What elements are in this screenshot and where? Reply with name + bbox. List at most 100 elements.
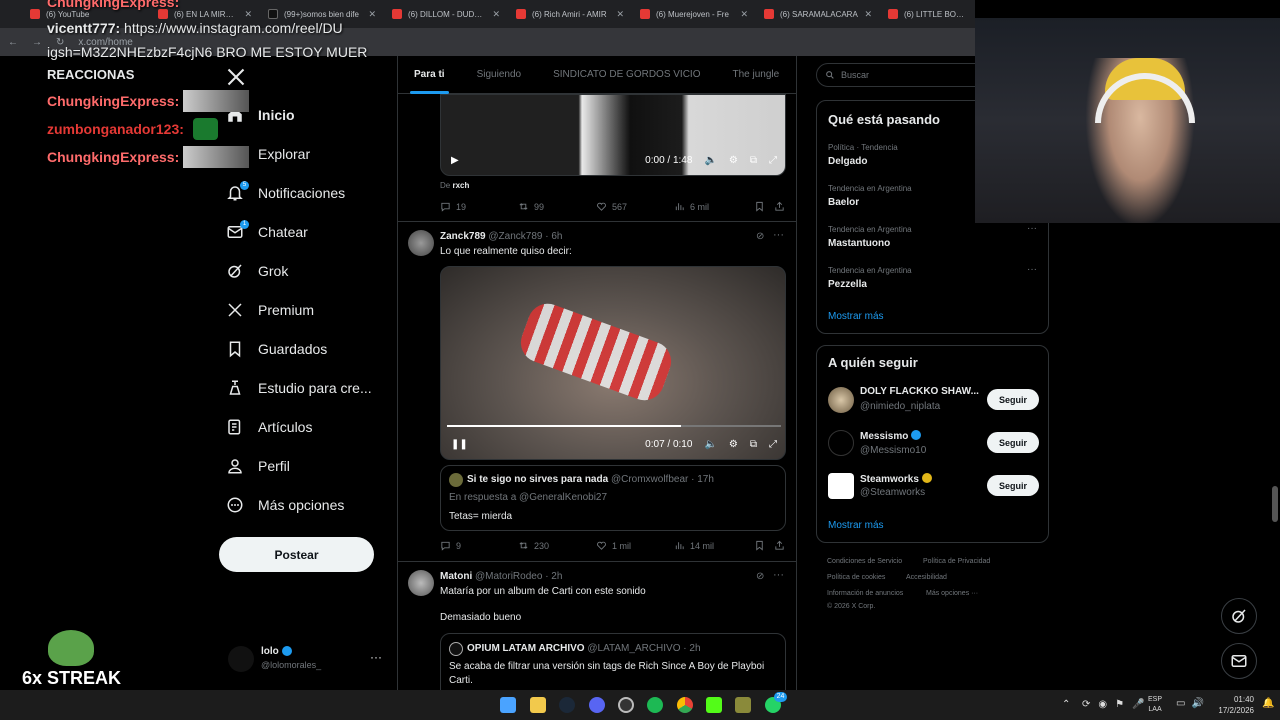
suggested-user-name[interactable]: Steamworks [860, 473, 932, 485]
pip-icon[interactable]: ⧉ [750, 439, 757, 450]
pip-icon[interactable]: ⧉ [750, 155, 757, 166]
repost-button[interactable]: 99 [518, 201, 596, 212]
nav-item-notifications[interactable]: 5 Notificaciones [226, 178, 345, 208]
video-player[interactable]: ❚❚ 0:07 / 0:10 🔈 ⚙ ⧉ ⤢ [440, 266, 786, 460]
footer-link[interactable]: Condiciones de Servicio [827, 558, 902, 565]
follow-button[interactable]: Seguir [987, 389, 1039, 410]
browser-tab[interactable]: (6) Muerejoven - Fre ✕ [632, 0, 756, 28]
footer-link[interactable]: Política de cookies [827, 574, 885, 581]
reply-button[interactable]: 19 [440, 201, 518, 212]
forward-icon[interactable]: → [32, 37, 42, 48]
avatar[interactable] [408, 570, 434, 596]
pause-icon[interactable]: ❚❚ [451, 439, 468, 450]
footer-link[interactable]: Política de Privacidad [923, 558, 990, 565]
author-name[interactable]: Zanck789 [440, 231, 486, 242]
footer-link[interactable]: Información de anuncios [827, 590, 903, 597]
avatar[interactable] [828, 473, 854, 499]
trend-item[interactable]: Delgado [828, 156, 867, 167]
nav-item-premium[interactable]: Premium [226, 295, 314, 325]
tab-following[interactable]: Siguiendo [461, 56, 537, 94]
close-icon[interactable]: ✕ [616, 9, 624, 20]
follow-button[interactable]: Seguir [987, 475, 1039, 496]
close-icon[interactable]: ✕ [740, 9, 748, 20]
suggested-user-name[interactable]: DOLY FLACKKO SHAW... [860, 386, 979, 397]
show-more-link[interactable]: Mostrar más [828, 520, 884, 531]
video-player[interactable]: ▶ 0:00 / 1:48 🔈 ⚙ ⧉ ⤢ [440, 94, 786, 176]
nav-item-studio[interactable]: Estudio para cre... [226, 373, 372, 403]
author-handle[interactable]: @MatoriRodeo [475, 571, 542, 582]
more-icon[interactable]: ··· [773, 229, 784, 241]
repost-button[interactable]: 230 [518, 540, 596, 551]
views-button[interactable]: 14 mil [674, 540, 754, 551]
volume-icon[interactable]: 🔈 [704, 155, 716, 166]
trend-item[interactable]: Pezzella [828, 279, 867, 290]
trend-item[interactable]: Mastantuono [828, 238, 890, 249]
discord-icon[interactable] [589, 697, 605, 713]
follow-button[interactable]: Seguir [987, 432, 1039, 453]
like-button[interactable]: 567 [596, 201, 674, 212]
x-logo[interactable] [226, 62, 246, 92]
video-progress[interactable] [447, 425, 781, 427]
tab-sindicato[interactable]: SINDICATO DE GORDOS VICIO [537, 56, 716, 94]
suggested-user-name[interactable]: Messismo [860, 430, 922, 442]
share-button[interactable] [774, 540, 785, 551]
back-icon[interactable]: ← [8, 37, 18, 48]
grok-icon[interactable]: ⊘ [756, 231, 764, 242]
tab-the-jungle[interactable]: The jungle [717, 56, 796, 94]
more-icon[interactable]: ··· [1027, 223, 1037, 234]
trend-item[interactable]: Baelor [828, 197, 859, 208]
more-icon[interactable]: ··· [773, 569, 784, 581]
views-button[interactable]: 6 mil [674, 201, 754, 212]
browser-tab[interactable]: (6) DILLOM - DUDADE ✕ [384, 0, 508, 28]
nav-item-more[interactable]: Más opciones [226, 490, 344, 520]
clock[interactable]: 01:40 17/2/2026 [1212, 694, 1254, 716]
footer-link[interactable]: Accesibilidad [906, 574, 947, 581]
nav-item-grok[interactable]: Grok [226, 256, 288, 286]
grok-button[interactable] [1221, 598, 1257, 634]
close-icon[interactable]: ✕ [864, 9, 872, 20]
windows-start-icon[interactable] [500, 697, 516, 713]
settings-icon[interactable]: ⚙ [729, 155, 738, 166]
app-icon[interactable] [735, 697, 751, 713]
settings-icon[interactable]: ⚙ [729, 439, 738, 450]
scrollbar[interactable] [1272, 486, 1278, 522]
messages-button[interactable] [1221, 643, 1257, 679]
nav-item-chat[interactable]: 1 Chatear [226, 217, 308, 247]
avatar[interactable] [408, 230, 434, 256]
post-button[interactable]: Postear [219, 537, 374, 572]
reply-button[interactable]: 9 [440, 540, 518, 551]
browser-tab[interactable]: (6) SARAMALACARA ✕ [756, 0, 880, 28]
fullscreen-icon[interactable]: ⤢ [769, 439, 777, 450]
like-button[interactable]: 1 mil [596, 540, 674, 551]
fullscreen-icon[interactable]: ⤢ [769, 155, 777, 166]
quoted-post[interactable]: Si te sigo no sirves para nada @Cromxwol… [440, 465, 786, 531]
account-switcher[interactable]: lolo @lolomorales_ ··· [228, 644, 388, 674]
browser-tab[interactable]: (6) Rich Amiri - AMIR ✕ [508, 0, 632, 28]
grok-icon[interactable]: ⊘ [756, 571, 764, 582]
language-indicator[interactable]: ESP LAA [1148, 695, 1162, 715]
author-name[interactable]: Matoni [440, 571, 472, 582]
spotify-icon[interactable] [647, 697, 663, 713]
close-icon[interactable]: ✕ [368, 9, 376, 20]
share-button[interactable] [774, 201, 785, 212]
footer-link[interactable]: Más opciones ··· [926, 590, 978, 597]
bookmark-button[interactable] [754, 540, 774, 551]
author-handle[interactable]: @Zanck789 [488, 231, 542, 242]
close-icon[interactable]: ✕ [244, 9, 252, 20]
avatar[interactable] [828, 387, 854, 413]
system-icons[interactable]: ▭🔊 [1176, 698, 1210, 709]
nav-item-articles[interactable]: Artículos [226, 412, 312, 442]
more-icon[interactable]: ··· [370, 650, 382, 664]
nav-item-bookmarks[interactable]: Guardados [226, 334, 327, 364]
tray-chevron-icon[interactable]: ⌃ [1062, 699, 1070, 710]
more-icon[interactable]: ··· [1027, 264, 1037, 275]
close-icon[interactable]: ✕ [492, 9, 500, 20]
nav-item-profile[interactable]: Perfil [226, 451, 290, 481]
steam-icon[interactable] [559, 697, 575, 713]
obs-icon[interactable] [618, 697, 634, 713]
avatar[interactable] [828, 430, 854, 456]
bookmark-button[interactable] [754, 201, 774, 212]
chrome-icon[interactable] [677, 697, 693, 713]
show-more-link[interactable]: Mostrar más [828, 311, 884, 322]
notification-bell-icon[interactable]: 🔔 [1262, 698, 1274, 709]
